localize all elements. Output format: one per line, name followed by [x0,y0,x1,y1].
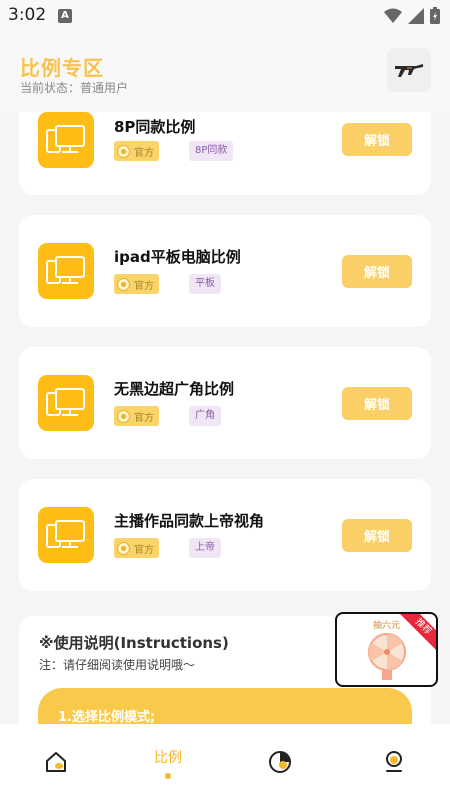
status-time: 3:02 [8,5,47,25]
official-tag: 官方 [114,406,159,426]
category-tag: 广角 [189,406,221,426]
unlock-button[interactable]: 解锁 [342,519,412,552]
profile-icon [386,751,402,772]
official-tag: 官方 [114,538,159,558]
user-status: 当前状态：普通用户 [20,81,129,95]
unlock-button[interactable]: 解锁 [342,123,412,156]
category-tag: 平板 [189,274,221,294]
nav-stats[interactable] [224,724,336,800]
card-title: 无黑边超广角比例 [114,380,235,398]
official-tag: 官方 [114,274,159,294]
ratio-card: 8P同款比例 官方 8P同款 解锁 [19,112,431,195]
ratio-card: 主播作品同款上帝视角 官方 上帝 解锁 [19,479,431,591]
coin-icon [117,144,130,158]
nav-home[interactable] [0,724,112,800]
pie-chart-icon [269,751,291,773]
nav-ratio-label: 比例 [154,750,182,766]
battery-icon [430,7,440,24]
page-title: 比例专区 [20,56,104,80]
prize-wheel-icon [368,633,406,680]
device-icon [38,375,94,431]
instructions-title: ※使用说明(Instructions) [39,634,229,652]
wifi-icon [384,8,402,23]
nav-ratio[interactable]: 比例 [112,724,224,800]
coin-icon [117,541,130,555]
coin-icon [117,277,130,291]
gun-icon [395,64,423,77]
coin-icon [117,409,130,423]
gun-button[interactable] [387,48,431,92]
notification-icon: A [58,9,72,23]
ratio-card: 无黑边超广角比例 官方 广角 解锁 [19,347,431,459]
page-header: 比例专区 当前状态：普通用户 [0,32,450,112]
active-indicator [165,773,171,779]
status-bar: 3:02 A [0,0,450,32]
device-icon [38,243,94,299]
unlock-button[interactable]: 解锁 [342,387,412,420]
official-tag: 官方 [114,141,159,161]
nav-profile[interactable] [338,724,450,800]
card-title: 8P同款比例 [114,118,196,136]
ratio-card: ipad平板电脑比例 官方 平板 解锁 [19,215,431,327]
unlock-button[interactable]: 解锁 [342,255,412,288]
lucky-wheel-promo[interactable]: 抽六元 推荐 [335,612,438,687]
category-tag: 上帝 [189,538,221,558]
bottom-nav: 比例 [0,724,450,800]
card-title: ipad平板电脑比例 [114,248,241,266]
instructions-note: 注：请仔细阅读使用说明哦～ [39,658,196,672]
home-icon [46,752,66,772]
signal-icon [408,7,424,24]
instruction-step-text: 1.选择比例模式; [58,710,156,724]
device-icon [38,112,94,168]
instruction-step: 1.选择比例模式; [38,688,412,724]
card-title: 主播作品同款上帝视角 [114,512,265,530]
device-icon [38,507,94,563]
category-tag: 8P同款 [189,141,234,161]
